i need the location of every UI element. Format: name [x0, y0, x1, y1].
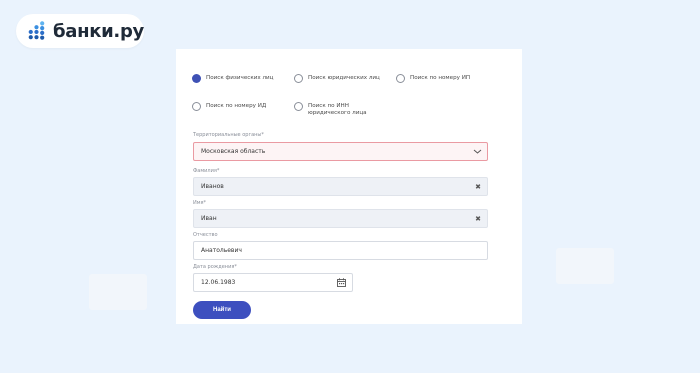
region-value: Московская область: [201, 148, 266, 155]
radio-checked-icon[interactable]: [192, 74, 201, 83]
search-submit-button[interactable]: Найти: [193, 301, 251, 319]
radio-icon[interactable]: [192, 102, 201, 111]
lastname-label: Фамилия*: [193, 168, 220, 174]
patronymic-input[interactable]: Анатольевич: [193, 241, 488, 260]
radio-label: Поиск по ИНН юридического лица: [308, 103, 367, 117]
radio-label-line-2: юридического лица: [308, 110, 367, 116]
clear-icon[interactable]: ✖: [475, 215, 481, 223]
birthdate-input[interactable]: 12.06.1983: [193, 273, 353, 292]
firstname-value: Иван: [201, 215, 217, 222]
decorative-block-left: [89, 274, 147, 310]
lastname-value: Иванов: [201, 183, 224, 190]
birthdate-value: 12.06.1983: [201, 279, 236, 286]
search-form-card: Поиск физических лиц Поиск юридических л…: [176, 49, 522, 324]
radio-label: Поиск физических лиц: [206, 75, 274, 81]
radio-search-legal-entities[interactable]: Поиск юридических лиц: [294, 74, 380, 83]
region-label: Территориальные органы*: [193, 132, 264, 138]
radio-icon[interactable]: [396, 74, 405, 83]
radio-search-by-id-number[interactable]: Поиск по номеру ИД: [192, 102, 266, 111]
radio-icon[interactable]: [294, 74, 303, 83]
radio-search-individuals[interactable]: Поиск физических лиц: [192, 74, 273, 83]
patronymic-value: Анатольевич: [201, 247, 242, 254]
radio-search-by-ip-number[interactable]: Поиск по номеру ИП: [396, 74, 470, 83]
firstname-input[interactable]: Иван ✖: [193, 209, 488, 228]
brand-name: банки.ру: [52, 20, 144, 42]
firstname-label: Имя*: [193, 200, 207, 206]
clear-icon[interactable]: ✖: [475, 183, 481, 191]
decorative-block-right: [556, 248, 614, 284]
radio-icon[interactable]: [294, 102, 303, 111]
patronymic-label: Отчество: [193, 232, 218, 238]
radio-search-by-inn[interactable]: Поиск по ИНН юридического лица: [294, 102, 367, 117]
radio-label: Поиск юридических лиц: [308, 75, 380, 81]
birthdate-label: Дата рождения*: [193, 264, 237, 270]
lastname-input[interactable]: Иванов ✖: [193, 177, 488, 196]
radio-label: Поиск по номеру ИД: [206, 103, 267, 109]
calendar-icon[interactable]: [337, 278, 346, 287]
region-select[interactable]: Московская область: [193, 142, 488, 161]
chevron-down-icon[interactable]: [473, 148, 482, 155]
radio-label: Поиск по номеру ИП: [410, 75, 471, 81]
brand-logo[interactable]: банки.ру: [16, 14, 144, 48]
banki-logo-icon: [28, 21, 45, 40]
radio-label-line-1: Поиск по ИНН: [308, 103, 349, 109]
